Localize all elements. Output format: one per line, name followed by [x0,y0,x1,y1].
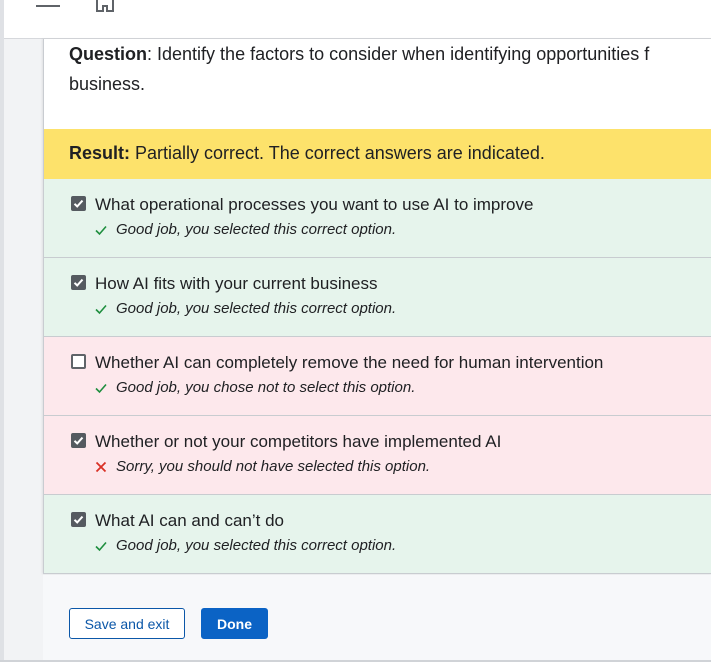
top-toolbar [4,0,711,39]
quiz-result-card: Question: Identify the factors to consid… [43,39,711,574]
checked-checkbox[interactable] [71,196,86,211]
left-edge [0,0,4,662]
result-label: Result: [69,143,131,163]
footer-actions: Save and exit Done [43,575,711,660]
question-body-line1: : Identify the factors to consider when … [147,44,650,64]
question-label: Question [69,44,148,64]
hamburger-menu-icon[interactable] [36,0,62,14]
check-icon [94,302,108,316]
question-body-line2: business. [69,74,146,94]
unchecked-checkbox[interactable] [71,354,86,369]
answer-option: How AI fits with your current business Go… [44,258,711,337]
result-message: Partially correct. The correct answers a… [130,143,545,163]
result-text: Result: Partially correct. The correct a… [69,143,545,164]
option-feedback: Good job, you selected this correct opti… [116,537,397,554]
checked-checkbox[interactable] [71,433,86,448]
result-banner: Result: Partially correct. The correct a… [44,129,711,179]
checked-checkbox[interactable] [71,512,86,527]
check-icon [94,381,108,395]
cross-icon [94,460,108,474]
option-feedback: Sorry, you should not have selected this… [116,458,431,475]
checked-checkbox[interactable] [71,275,86,290]
option-feedback: Good job, you chose not to select this o… [116,379,416,396]
option-label: Whether AI can completely remove the nee… [95,353,604,372]
answer-option: Whether or not your competitors have imp… [44,416,711,495]
done-button[interactable]: Done [201,608,268,639]
answer-option: Whether AI can completely remove the nee… [44,337,711,416]
option-label: What AI can and can’t do [95,511,285,530]
answer-option: What AI can and can’t do Good job, you se… [44,495,711,574]
option-label: How AI fits with your current business [95,274,378,293]
option-feedback: Good job, you selected this correct opti… [116,221,397,238]
option-feedback: Good job, you selected this correct opti… [116,300,397,317]
option-label: Whether or not your competitors have imp… [95,432,502,451]
option-label: What operational processes you want to u… [95,195,534,214]
question-text: Question: Identify the factors to consid… [69,39,711,99]
check-icon [94,223,108,237]
save-and-exit-button[interactable]: Save and exit [69,608,185,639]
answer-option: What operational processes you want to u… [44,179,711,258]
check-icon [94,539,108,553]
home-icon[interactable] [94,0,116,14]
